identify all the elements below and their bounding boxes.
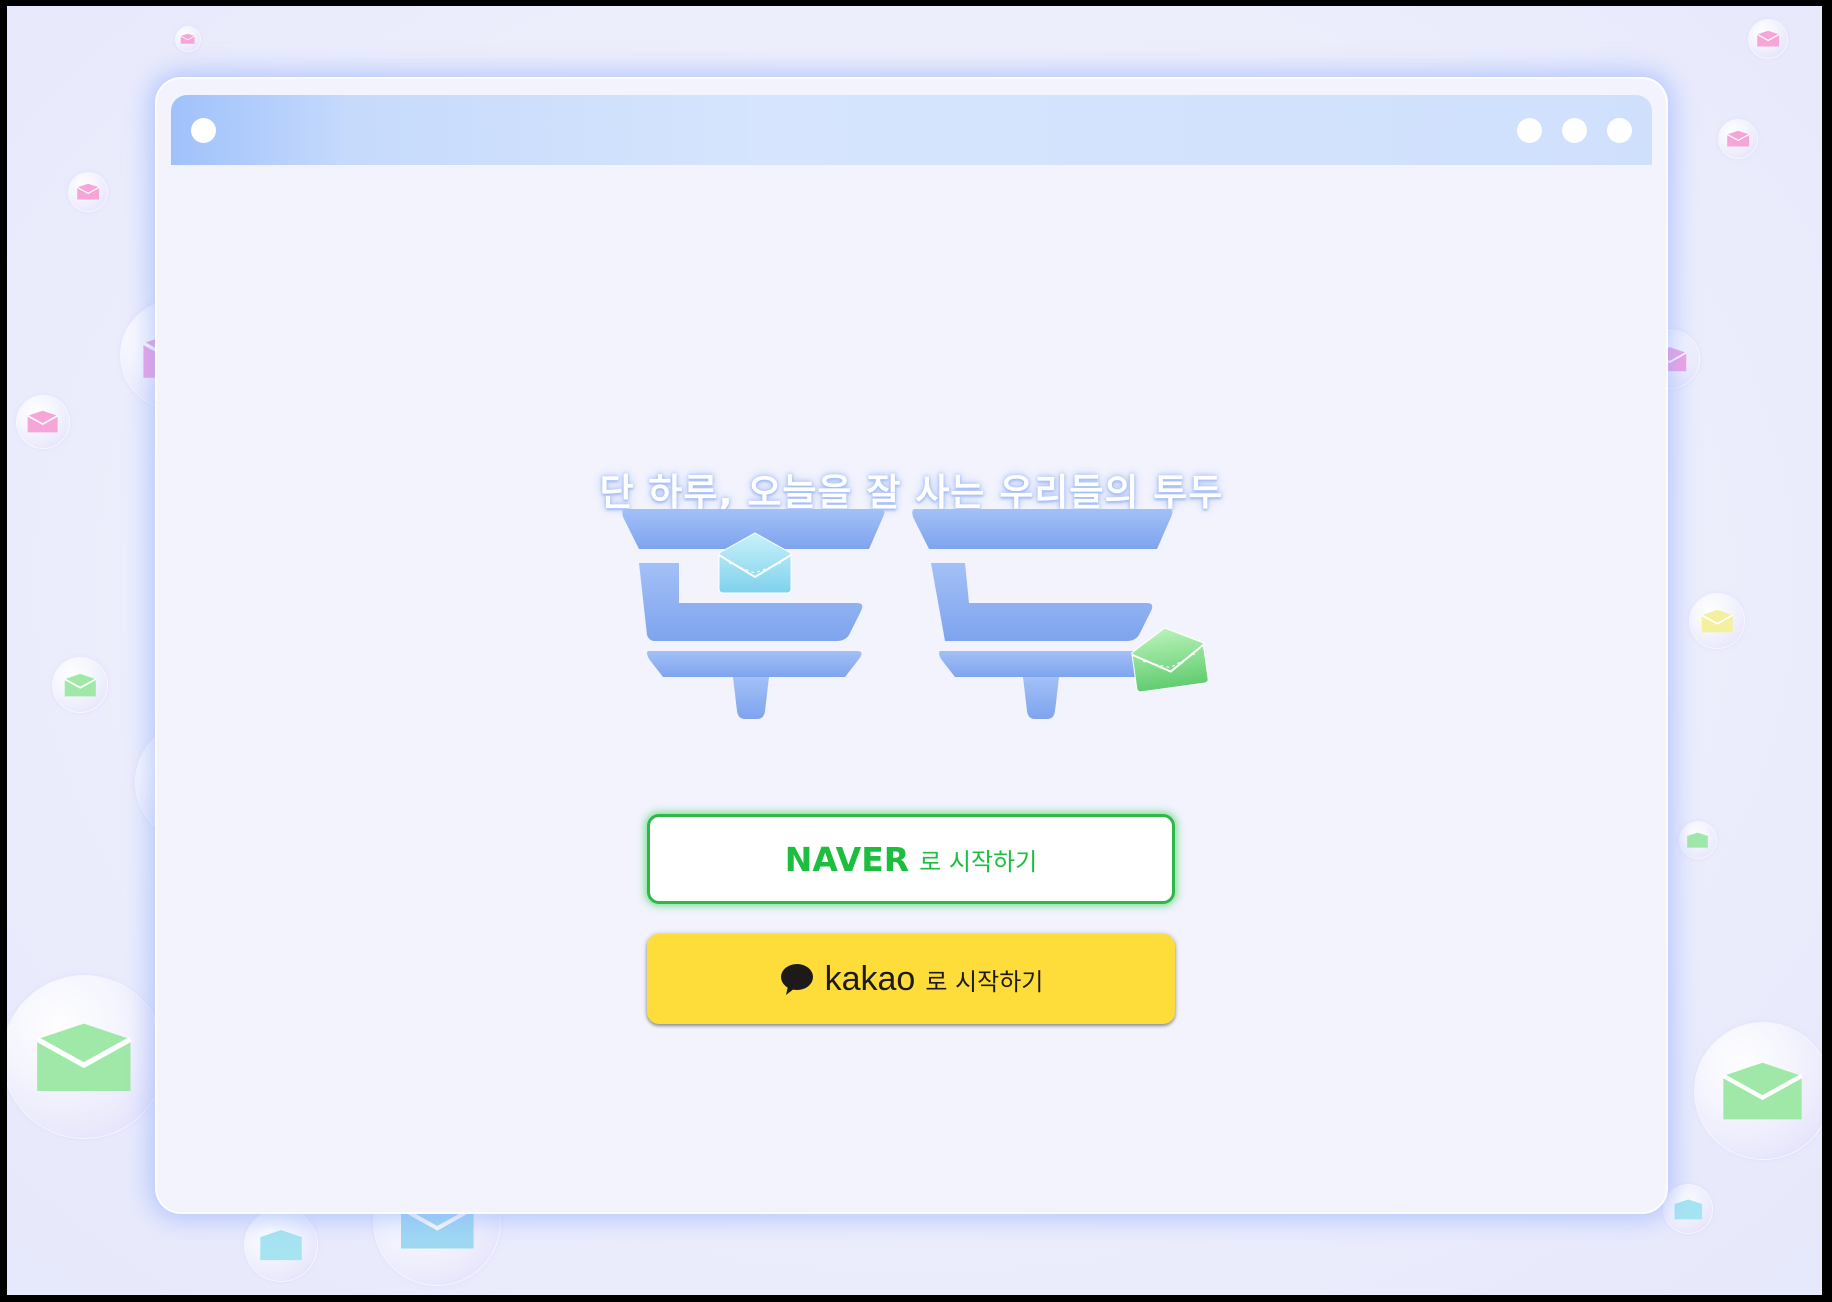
- envelope-bubble-icon: [1680, 822, 1716, 858]
- envelope-bubble-icon: [176, 27, 200, 51]
- logo-wordmark-icon: [622, 509, 1209, 719]
- envelope-bubble-icon: [7, 976, 165, 1138]
- window-dot-right-2: [1562, 118, 1587, 143]
- envelope-bubble-icon: [1719, 120, 1757, 158]
- app-window: 단 하루, 오늘을 잘 사는 우리들의 투두 NAVER 로 시작하기 kaka…: [155, 77, 1668, 1214]
- kakao-login-label: 로 시작하기: [925, 967, 1044, 996]
- page-background: 단 하루, 오늘을 잘 사는 우리들의 투두 NAVER 로 시작하기 kaka…: [7, 6, 1822, 1295]
- naver-login-button[interactable]: NAVER 로 시작하기: [647, 814, 1175, 904]
- envelope-bubble-icon: [1695, 1023, 1822, 1159]
- window-dot-right-3: [1607, 118, 1632, 143]
- naver-login-label: 로 시작하기: [919, 847, 1038, 876]
- envelope-bubble-icon: [245, 1209, 317, 1281]
- naver-brand-label: NAVER: [784, 839, 910, 879]
- window-dot-left: [191, 118, 216, 143]
- window-titlebar: [171, 95, 1652, 165]
- window-dot-right-1: [1517, 118, 1542, 143]
- envelope-bubble-icon: [1664, 1185, 1712, 1233]
- envelope-bubble-icon: [53, 658, 107, 712]
- envelope-bubble-icon: [1690, 594, 1744, 648]
- envelope-bubble-icon: [69, 173, 107, 211]
- kakao-brand-label: kakao: [824, 959, 916, 998]
- envelope-bubble-icon: [17, 396, 69, 448]
- kakao-login-button[interactable]: kakao 로 시작하기: [647, 934, 1175, 1024]
- app-logo: [619, 503, 1219, 733]
- envelope-bubble-icon: [1749, 20, 1787, 58]
- kakao-talk-icon: [780, 964, 813, 995]
